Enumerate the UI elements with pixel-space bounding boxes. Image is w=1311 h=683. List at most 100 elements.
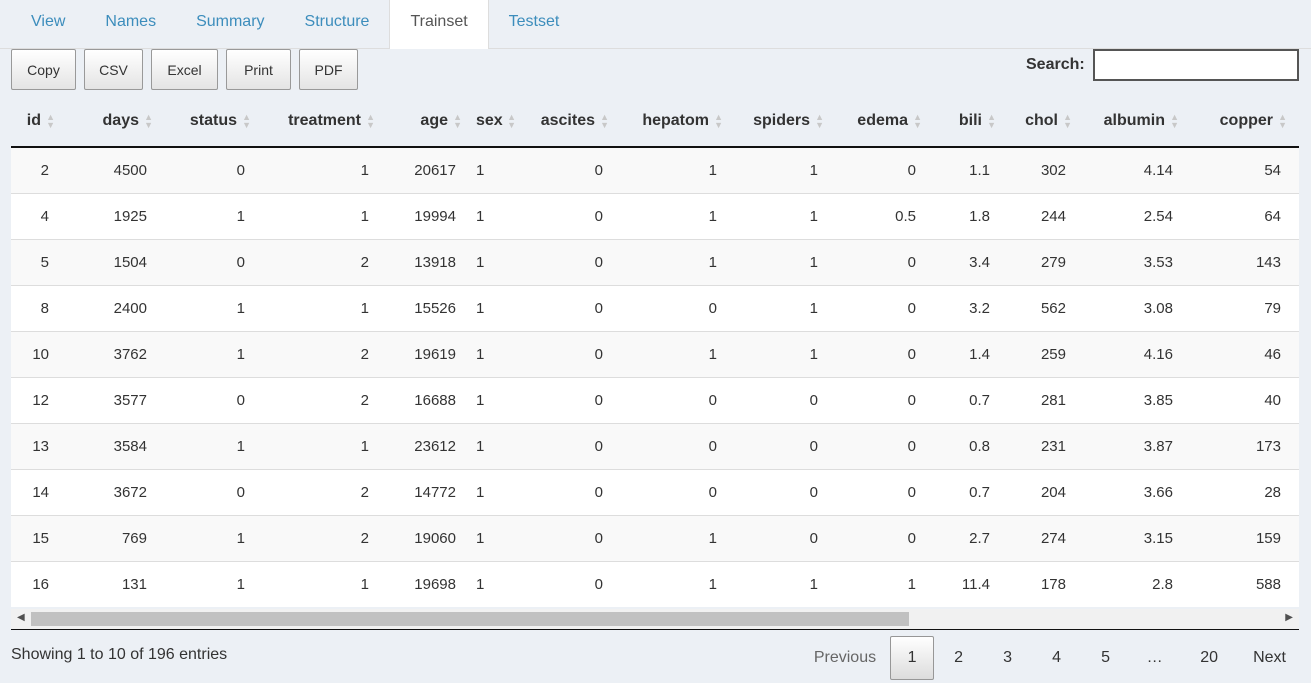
tab-names[interactable]: Names [85, 0, 176, 49]
table-cell: 3.4 [926, 238, 1000, 285]
column-header-albumin[interactable]: albumin ▲ ▼ [1076, 96, 1183, 148]
table-cell: 15526 [379, 284, 466, 331]
table-cell: 0 [520, 238, 613, 285]
page-5-button[interactable]: 5 [1081, 636, 1130, 680]
table-cell: 2 [255, 468, 379, 515]
table-cell: 9 [1291, 422, 1299, 469]
table-row[interactable]: 41925111999410110.51.82442.54646 [11, 192, 1299, 239]
page-3-button[interactable]: 3 [983, 636, 1032, 680]
table-cell: 259 [1000, 330, 1076, 377]
tab-view[interactable]: View [11, 0, 85, 49]
column-header-spiders[interactable]: spiders ▲ ▼ [727, 96, 828, 148]
column-header-label: id [26, 112, 41, 129]
print-button[interactable]: Print [226, 49, 291, 90]
table-row[interactable]: 5 1504 0 2 13918 1 0 1 1 0 3.4 279 3.53 143 [11, 238, 1299, 285]
column-header-edema[interactable]: edema ▲ ▼ [828, 96, 926, 148]
column-header-sex[interactable]: sex ▲ ▼ [466, 96, 520, 148]
table-cell [1291, 560, 1299, 607]
table-cell: 14772 [379, 468, 466, 515]
table-cell: 279 [1000, 238, 1076, 285]
table-row[interactable]: 15 769 1 2 19060 1 0 1 0 0 2.7 274 3.15 159 [11, 514, 1299, 561]
table-cell: 16688 [379, 376, 466, 423]
table-cell: 0 [613, 422, 727, 469]
page-2-button[interactable]: 2 [934, 636, 983, 680]
sort-icon: ▲ ▼ [714, 112, 723, 130]
table-cell: 79 [1183, 284, 1291, 331]
tab-trainset[interactable]: Trainset [389, 0, 489, 49]
table-cell [1291, 468, 1299, 515]
table-cell: 19698 [379, 560, 466, 607]
table-cell: 0 [727, 422, 828, 469]
table-viewport: id ▲ ▼ days ▲ ▼ status ▲ ▼ treatment ▲ ▼ age ▲ ▼ sex ▲ ▼ a… [11, 96, 1299, 609]
tab-summary[interactable]: Summary [176, 0, 284, 49]
table-cell: 244 [1000, 192, 1076, 239]
table-cell: 0 [520, 422, 613, 469]
table-cell: 3672 [59, 468, 157, 515]
table-row[interactable]: 8 2400 1 1 15526 1 0 0 1 0 3.2 562 3.08 79 [11, 284, 1299, 331]
table-row[interactable]: 1335841123612100000.82313.871739 [11, 422, 1299, 469]
table-row[interactable]: 14 3672 0 2 14772 1 0 0 0 0 0.7 204 3.66 28 [11, 468, 1299, 515]
table-cell: 64 [1183, 192, 1291, 239]
table-cell: 302 [1000, 147, 1076, 193]
column-header-id[interactable]: id ▲ ▼ [11, 96, 59, 148]
table-cell: 0 [828, 147, 926, 193]
export-buttons: Copy CSV Excel Print PDF [11, 49, 358, 90]
table-cell: 1 [466, 192, 520, 239]
column-header-copper[interactable]: copper ▲ ▼ [1183, 96, 1291, 148]
table-row[interactable]: 245000120617101101.13024.14547 [11, 147, 1299, 193]
column-header-bili[interactable]: bili ▲ ▼ [926, 96, 1000, 148]
csv-button[interactable]: CSV [84, 49, 143, 90]
table-cell: 0 [157, 238, 255, 285]
table-cell: 0 [520, 376, 613, 423]
column-header-chol[interactable]: chol ▲ ▼ [1000, 96, 1076, 148]
table-cell: 4 [11, 192, 59, 239]
column-header-hepatom[interactable]: hepatom ▲ ▼ [613, 96, 727, 148]
column-header-ascites[interactable]: ascites ▲ ▼ [520, 96, 613, 148]
column-header-label: ascites [540, 112, 595, 129]
search-label: Search: [1026, 56, 1085, 73]
page-4-button[interactable]: 4 [1032, 636, 1081, 680]
column-header-age[interactable]: age ▲ ▼ [379, 96, 466, 148]
table-cell: 2.8 [1076, 560, 1183, 607]
page-1-button[interactable]: 1 [890, 636, 935, 680]
table-cell: 5 [11, 238, 59, 285]
table-cell: 588 [1183, 560, 1291, 607]
horizontal-scrollbar[interactable]: ◀ ▶ [11, 609, 1299, 629]
excel-button[interactable]: Excel [151, 49, 218, 90]
table-row[interactable]: 10 3762 1 2 19619 1 0 1 1 0 1.4 259 4.16 46 [11, 330, 1299, 377]
search-input[interactable] [1093, 49, 1299, 81]
column-header-treatment[interactable]: treatment ▲ ▼ [255, 96, 379, 148]
tab-structure[interactable]: Structure [285, 0, 390, 49]
table-cell: 143 [1183, 238, 1291, 285]
sort-icon: ▲ ▼ [144, 112, 153, 130]
tab-testset[interactable]: Testset [489, 0, 580, 49]
table-cell: 19619 [379, 330, 466, 377]
table-cell: 231 [1000, 422, 1076, 469]
table-cell: 204 [1000, 468, 1076, 515]
table-cell: 1 [828, 560, 926, 607]
copy-button[interactable]: Copy [11, 49, 76, 90]
table-cell: 14 [11, 468, 59, 515]
table-cell: 1 [255, 147, 379, 193]
table-cell: 3.66 [1076, 468, 1183, 515]
previous-button[interactable]: Previous [800, 636, 890, 680]
column-header-status[interactable]: status ▲ ▼ [157, 96, 255, 148]
page-20-button[interactable]: 20 [1179, 636, 1239, 680]
pdf-button[interactable]: PDF [299, 49, 358, 90]
scroll-left-icon[interactable]: ◀ [17, 612, 25, 623]
table-cell: 1 [157, 422, 255, 469]
scrollbar-thumb[interactable] [31, 612, 909, 626]
next-button[interactable]: Next [1239, 636, 1300, 680]
scroll-right-icon[interactable]: ▶ [1285, 612, 1293, 623]
table-bottom-border [11, 629, 1299, 630]
table-row[interactable]: 12 3577 0 2 16688 1 0 0 0 0 0.7 281 3.85 40 [11, 376, 1299, 423]
table-cell: 0 [520, 147, 613, 193]
table-cell: 0 [520, 284, 613, 331]
table-cell: 8 [11, 284, 59, 331]
table-cell: 159 [1183, 514, 1291, 561]
table-row[interactable]: 16 131 1 1 19698 1 0 1 1 1 11.4 178 2.8 588 [11, 560, 1299, 607]
column-header-days[interactable]: days ▲ ▼ [59, 96, 157, 148]
table-cell: 0 [828, 330, 926, 377]
column-header-label: bili [958, 112, 982, 129]
table-cell: 0 [520, 560, 613, 607]
